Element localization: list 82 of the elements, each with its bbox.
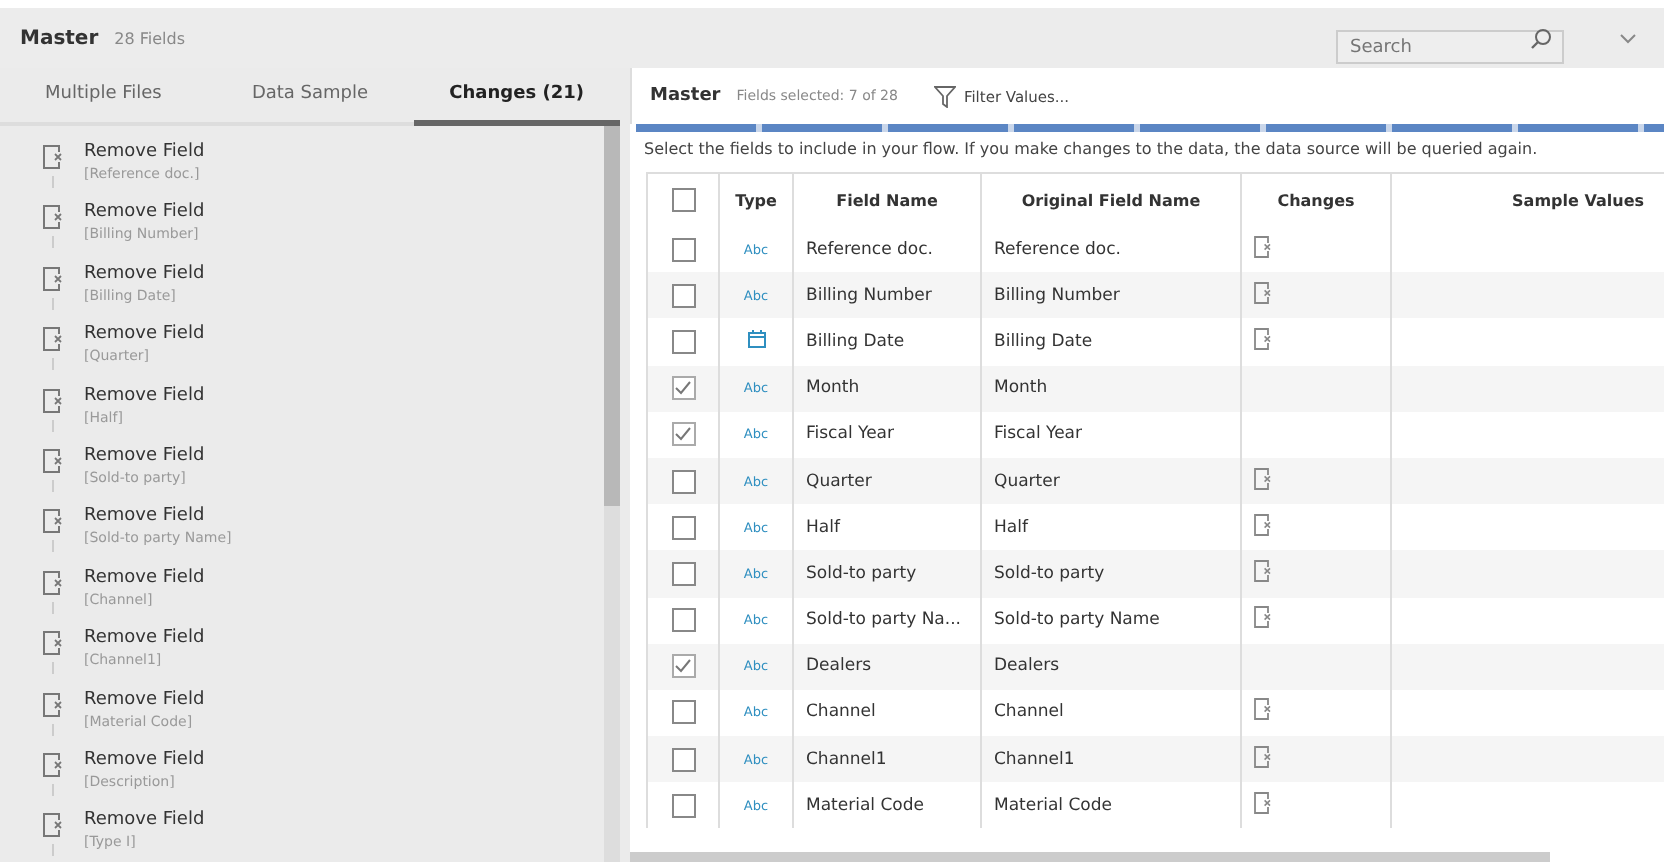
remove-field-icon — [42, 447, 64, 474]
calendar-icon[interactable] — [747, 329, 765, 348]
original-name-cell: Dealers — [981, 643, 1241, 690]
row-checkbox[interactable] — [671, 515, 695, 540]
hint-text: Select the fields to include in your flow. If you make changes to the data, the data source will be queried again. — [642, 138, 1540, 162]
row-checkbox[interactable] — [671, 283, 695, 308]
remove-field-icon — [42, 508, 64, 535]
page-title: Master — [20, 27, 99, 49]
row-checkbox[interactable] — [671, 237, 695, 262]
change-action[interactable]: Remove Field — [84, 808, 205, 833]
remove-field-icon — [1254, 281, 1272, 304]
scroll-thumb[interactable] — [604, 126, 620, 506]
column-header[interactable]: Sample Values — [1391, 173, 1664, 226]
original-name-cell: Channel1 — [981, 736, 1241, 783]
original-name-cell: Material Code — [981, 782, 1241, 829]
field-name-cell[interactable]: Quarter — [793, 457, 981, 505]
row-checkbox[interactable] — [671, 747, 695, 772]
change-action[interactable]: Remove Field — [84, 322, 205, 347]
remove-field-icon — [42, 812, 64, 839]
panel-title: Master — [650, 86, 721, 106]
field-name-cell[interactable]: Material Code — [793, 782, 981, 829]
change-action[interactable]: Remove Field — [84, 261, 205, 286]
remove-field-icon — [1254, 698, 1272, 721]
select-all-checkbox[interactable] — [671, 188, 695, 212]
search-icon — [1530, 27, 1552, 49]
row-checkbox[interactable] — [671, 654, 695, 679]
remove-field-icon — [1254, 235, 1272, 258]
original-name-cell: Billing Number — [981, 272, 1241, 319]
remove-field-icon — [1254, 791, 1272, 814]
remove-field-icon — [1254, 559, 1272, 582]
row-checkbox[interactable] — [671, 329, 695, 354]
remove-field-icon — [42, 630, 64, 657]
change-action[interactable]: Remove Field — [84, 140, 205, 164]
remove-field-icon — [1254, 327, 1272, 350]
filter-icon — [933, 85, 956, 107]
change-action[interactable]: Remove Field — [84, 747, 205, 772]
field-name-cell[interactable]: Sold-to party — [793, 550, 981, 597]
column-header[interactable]: Field Name — [793, 173, 981, 226]
remove-field-icon — [42, 144, 64, 170]
remove-field-icon — [42, 691, 64, 718]
change-action[interactable]: Remove Field — [84, 687, 205, 712]
change-action[interactable]: Remove Field — [84, 626, 205, 651]
remove-field-icon — [42, 751, 64, 778]
horizontal-scrollbar[interactable] — [630, 852, 1550, 862]
remove-field-icon — [42, 387, 64, 414]
remove-field-icon — [42, 326, 64, 353]
row-checkbox[interactable] — [671, 700, 695, 725]
tab[interactable]: Multiple Files — [0, 68, 207, 126]
field-name-cell[interactable]: Channel1 — [793, 736, 981, 783]
change-action[interactable]: Remove Field — [84, 443, 205, 468]
original-name-cell: Month — [981, 365, 1241, 412]
remove-field-icon — [1254, 513, 1272, 536]
remove-field-icon — [1254, 606, 1272, 629]
remove-field-icon — [1254, 745, 1272, 768]
field-name-cell[interactable]: Month — [793, 365, 981, 412]
change-action[interactable]: Remove Field — [84, 383, 205, 408]
remove-field-icon — [1254, 467, 1272, 490]
remove-field-icon — [42, 569, 64, 596]
column-header[interactable]: Type — [719, 173, 793, 226]
tab[interactable]: Changes (21) — [413, 68, 620, 126]
original-name-cell: Quarter — [981, 457, 1241, 505]
row-checkbox[interactable] — [671, 608, 695, 633]
field-count: 28 Fields — [114, 29, 186, 47]
original-name-cell: Sold-to party — [981, 550, 1241, 597]
column-header[interactable]: Original Field Name — [981, 173, 1241, 226]
row-checkbox[interactable] — [671, 793, 695, 818]
field-name-cell[interactable]: Billing Number — [793, 272, 981, 319]
row-checkbox[interactable] — [671, 469, 695, 494]
scrollbar[interactable] — [604, 126, 620, 862]
row-checkbox[interactable] — [671, 422, 695, 447]
row-checkbox[interactable] — [671, 376, 695, 401]
remove-field-icon — [42, 204, 64, 231]
remove-field-icon — [42, 265, 64, 292]
column-header[interactable]: Changes — [1241, 173, 1391, 226]
change-action[interactable]: Remove Field — [84, 504, 205, 529]
row-checkbox[interactable] — [671, 561, 695, 586]
field-name-cell[interactable]: Dealers — [793, 643, 981, 690]
change-action[interactable]: Remove Field — [84, 565, 205, 590]
change-action[interactable]: Remove Field — [84, 200, 205, 225]
chevron-icon[interactable] — [1620, 33, 1636, 43]
search-field[interactable]: Search — [1336, 30, 1564, 64]
tab[interactable]: Data Sample — [206, 68, 414, 126]
